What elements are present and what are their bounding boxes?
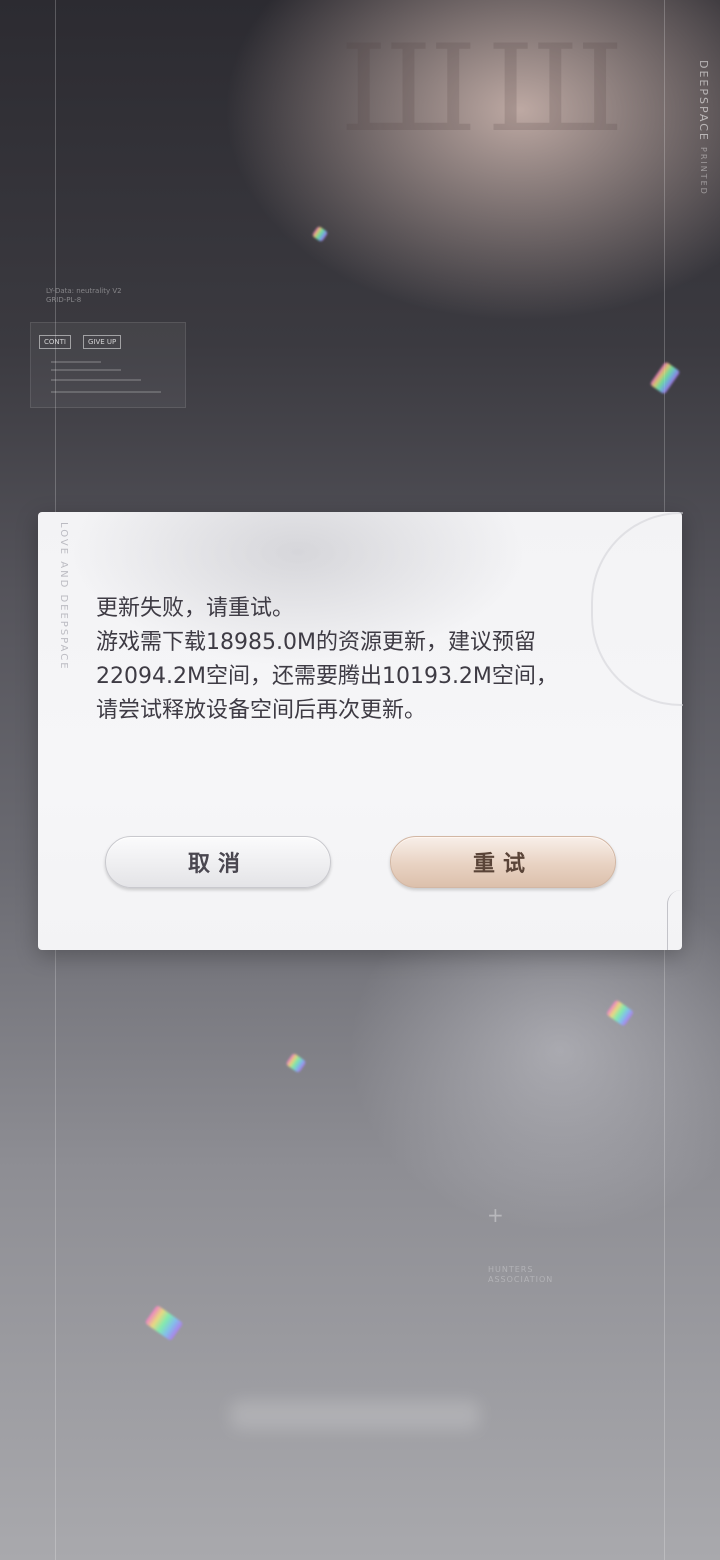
hud-caption: LY-Data: neutrality V2 GRID-PL-8 — [46, 287, 122, 305]
dialog-corner-decor — [667, 890, 682, 950]
hud-line — [51, 361, 101, 363]
cancel-button[interactable]: 取消 — [105, 836, 331, 888]
hud-line — [51, 369, 121, 371]
hud-chip-conti: CONTI — [39, 335, 71, 349]
update-failed-dialog: LOVE AND DEEPSPACE 更新失败，请重试。 游戏需下载18985.… — [38, 512, 683, 950]
side-brand-text: DEEPSPACE — [697, 60, 710, 142]
association-line: HUNTERS — [488, 1265, 534, 1274]
sparkle — [144, 1304, 184, 1342]
hud-line — [51, 379, 141, 381]
sparkle — [285, 1052, 307, 1074]
message-line: 更新失败，请重试。 — [96, 596, 295, 621]
sparkle — [649, 361, 681, 395]
message-line: 游戏需下载18985.0M的资源更新，建议预留 — [96, 630, 536, 655]
hud-caption-line: LY-Data: neutrality V2 — [46, 287, 122, 295]
retry-button-label: 重试 — [472, 851, 533, 877]
retry-button[interactable]: 重试 — [390, 836, 616, 888]
association-label: HUNTERS ASSOCIATION — [488, 1265, 553, 1285]
blurred-caption — [230, 1400, 480, 1430]
plus-icon: + — [487, 1203, 504, 1227]
sparkle — [311, 225, 329, 243]
hud-chip-give-up: GIVE UP — [83, 335, 122, 349]
association-line: ASSOCIATION — [488, 1275, 554, 1284]
sparkle — [605, 999, 635, 1027]
message-line: 22094.2M空间，还需要腾出10193.2M空间， — [96, 664, 558, 689]
dialog-message: 更新失败，请重试。 游戏需下载18985.0M的资源更新，建议预留 22094.… — [96, 592, 636, 728]
side-brand: DEEPSPACE PRINTED — [697, 60, 710, 196]
hud-line — [51, 391, 161, 393]
cancel-button-label: 取消 — [187, 851, 248, 877]
side-brand-sub: PRINTED — [699, 147, 708, 197]
background-emblem: ШШ — [340, 20, 634, 159]
hud-panel: CONTI GIVE UP — [30, 322, 186, 408]
hud-caption-line: GRID-PL-8 — [46, 296, 82, 304]
message-line: 请尝试释放设备空间后再次更新。 — [96, 698, 427, 723]
dialog-side-text: LOVE AND DEEPSPACE — [58, 522, 69, 671]
